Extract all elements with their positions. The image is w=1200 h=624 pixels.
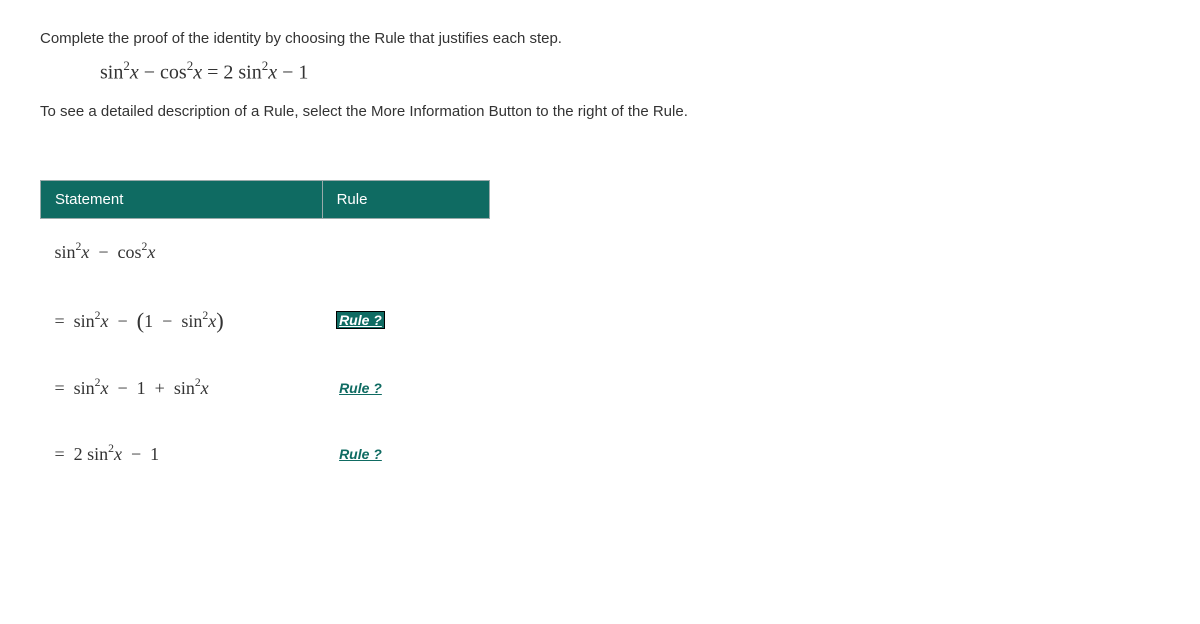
rule-cell: Rule ? — [322, 355, 489, 421]
proof-row: sin2x − cos2x — [41, 218, 490, 285]
instruction-line-1: Complete the proof of the identity by ch… — [40, 30, 1160, 47]
rule-cell: Rule ? — [322, 421, 489, 487]
instruction-line-2: To see a detailed description of a Rule,… — [40, 103, 1160, 120]
proof-table: Statement Rule sin2x − cos2x= sin2x − (1… — [40, 180, 490, 487]
proof-row: = 2 sin2x − 1 Rule ? — [41, 421, 490, 487]
rule-dropdown[interactable]: Rule ? — [336, 445, 385, 463]
header-statement: Statement — [41, 180, 323, 218]
rule-dropdown[interactable]: Rule ? — [336, 379, 385, 397]
statement-cell: = 2 sin2x − 1 — [41, 421, 323, 487]
statement-cell: sin2x − cos2x — [41, 218, 323, 285]
main-equation: sin2x − cos2x = 2 sin2x − 1 — [100, 59, 1160, 85]
statement-cell: = sin2x − 1 + sin2x — [41, 355, 323, 421]
proof-row: = sin2x − (1 − sin2x) Rule ? — [41, 285, 490, 355]
header-rule: Rule — [322, 180, 489, 218]
proof-body: sin2x − cos2x= sin2x − (1 − sin2x) Rule ?… — [41, 218, 490, 487]
rule-cell: Rule ? — [322, 285, 489, 355]
proof-row: = sin2x − 1 + sin2x Rule ? — [41, 355, 490, 421]
statement-cell: = sin2x − (1 − sin2x) — [41, 285, 323, 355]
rule-cell — [322, 218, 489, 285]
rule-dropdown[interactable]: Rule ? — [336, 311, 385, 329]
